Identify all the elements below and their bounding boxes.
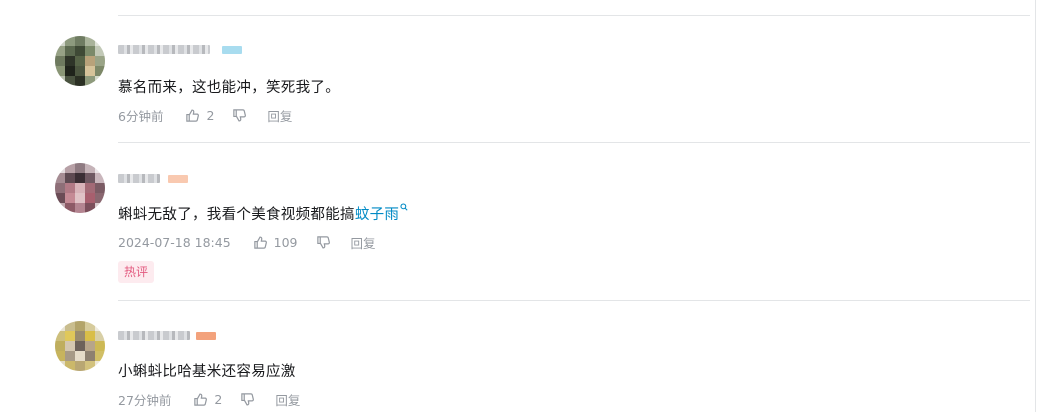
comment-time: 2024-07-18 18:45 (118, 235, 231, 250)
search-keyword-link[interactable]: 蚊子雨 (354, 203, 408, 223)
username[interactable] (118, 174, 160, 183)
reply-button[interactable]: 回复 (275, 390, 300, 409)
username[interactable] (118, 45, 210, 54)
comment-divider (118, 300, 1030, 301)
dislike-button[interactable] (232, 108, 247, 123)
comment-time: 27分钟前 (118, 393, 172, 408)
thumbs-up-icon (186, 109, 200, 122)
like-button[interactable]: 2 (193, 392, 222, 407)
like-count: 2 (206, 108, 215, 123)
thumbs-up-icon (194, 393, 208, 406)
dislike-button[interactable] (240, 392, 255, 407)
like-button[interactable]: 2 (185, 108, 214, 123)
like-button[interactable]: 109 (253, 235, 298, 250)
thumbs-down-icon (316, 236, 330, 249)
avatar[interactable] (55, 321, 105, 371)
comment-text-prefix: 蝌蚪无敌了，我看个美食视频都能搞 (118, 207, 355, 223)
hot-comment-badge: 热评 (118, 261, 155, 283)
comment-divider (118, 15, 1030, 16)
thumbs-up-icon (253, 236, 267, 249)
comment-text: 蝌蚪无敌了，我看个美食视频都能搞蚊子雨 (118, 203, 408, 224)
username[interactable] (118, 331, 190, 340)
thumbs-down-icon (241, 393, 255, 406)
user-level-badge (168, 175, 188, 183)
search-keyword-label: 蚊子雨 (354, 207, 400, 223)
comment-divider (118, 142, 1030, 143)
reply-button[interactable]: 回复 (267, 106, 292, 125)
comment-actions: 6分钟前 2 回复 (118, 106, 292, 125)
comment-text: 小蝌蚪比哈基米还容易应激 (118, 364, 296, 380)
dislike-button[interactable] (316, 235, 331, 250)
comment-actions: 2024-07-18 18:45 109 回复 (118, 233, 376, 252)
avatar[interactable] (55, 36, 105, 86)
scroll-edge-divider (1035, 0, 1036, 412)
thumbs-down-icon (233, 109, 247, 122)
user-level-badge (222, 46, 242, 54)
reply-button[interactable]: 回复 (351, 233, 376, 252)
avatar[interactable] (55, 163, 105, 213)
comment-time: 6分钟前 (118, 109, 164, 124)
search-icon (400, 203, 408, 211)
like-count: 2 (214, 392, 223, 407)
user-level-badge (196, 332, 216, 340)
comment-actions: 27分钟前 2 回复 (118, 390, 300, 409)
like-count: 109 (273, 235, 298, 250)
comment-text: 慕名而来，这也能冲，笑死我了。 (118, 80, 340, 96)
